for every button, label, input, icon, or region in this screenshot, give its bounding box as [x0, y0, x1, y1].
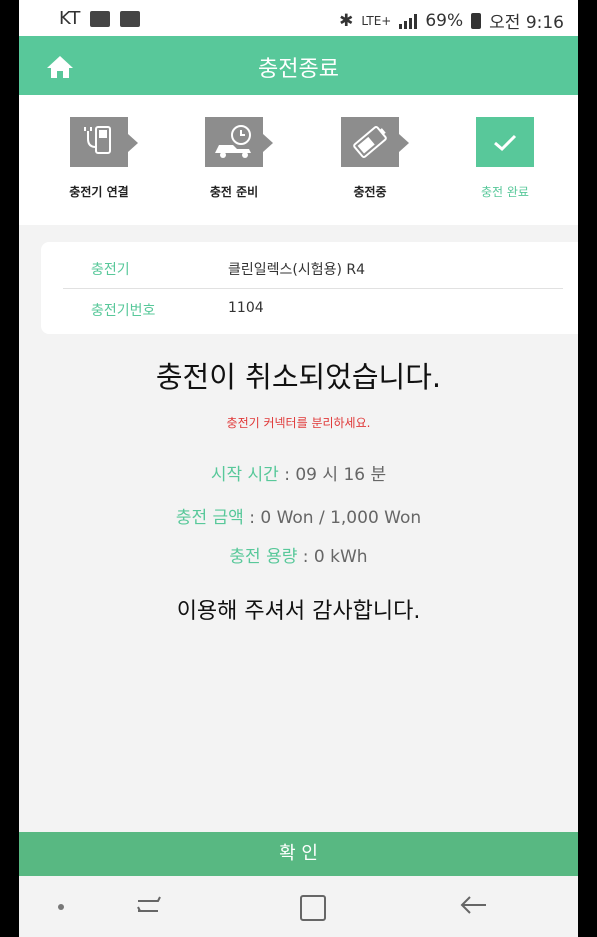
- thanks-message: 이용해 주셔서 감사합니다.: [176, 599, 421, 624]
- back-arrow-icon[interactable]: [456, 892, 490, 918]
- carrier-label: KT: [59, 8, 81, 29]
- network-type-label: LTE+: [361, 13, 392, 28]
- confirm-button[interactable]: 확 인: [19, 832, 578, 876]
- charge-amount-value: : 0 Won / 1,000 Won: [243, 508, 422, 528]
- charge-capacity-value: : 0 kWh: [297, 547, 368, 567]
- app-header: 충전종료: [19, 36, 578, 95]
- charger-number-value: 1104: [228, 300, 264, 316]
- charge-amount-label: 충전 금액: [175, 508, 244, 528]
- battery-icon: [471, 12, 482, 29]
- step-label: 충전중: [353, 185, 387, 199]
- phone-screen: KT ✱ LTE+ 69% 오전 9:16 충전종료 충전기 연결 충전 준비 …: [19, 0, 578, 937]
- charger-number-label: 충전기번호: [91, 303, 156, 319]
- step-label: 충전 준비: [209, 185, 259, 199]
- charger-info-card: 충전기 클린일렉스(시험용) R4 충전기번호 1104: [41, 242, 578, 334]
- system-nav-bar: [19, 876, 578, 937]
- start-time-label: 시작 시간: [210, 465, 279, 485]
- car-clock-icon: [215, 125, 251, 158]
- step-label: 충전 완료: [481, 185, 529, 199]
- step-complete: 충전 완료: [450, 117, 560, 200]
- activity-notification-icon: [120, 10, 141, 27]
- gallery-notification-icon: [90, 10, 111, 27]
- charger-plug-icon: [84, 126, 111, 154]
- step-prepare: 충전 준비: [179, 117, 289, 200]
- home-nav-icon[interactable]: [300, 895, 326, 921]
- battery-percent: 69%: [425, 10, 464, 31]
- step-connect: 충전기 연결: [44, 117, 154, 200]
- cancel-message: 충전이 취소되었습니다.: [155, 360, 442, 394]
- step-charging: 충전중: [315, 117, 425, 200]
- charger-value: 클린일렉스(시험용) R4: [228, 262, 366, 278]
- charge-capacity-label: 충전 용량: [229, 547, 298, 567]
- status-bar: KT ✱ LTE+ 69% 오전 9:16: [19, 0, 578, 36]
- recent-apps-icon[interactable]: [134, 893, 164, 917]
- progress-steps: 충전기 연결 충전 준비 충전중 충전 완료: [19, 95, 578, 225]
- start-time-line: 시작 시간 : 09 시 16 분: [19, 460, 578, 485]
- charge-capacity-line: 충전 용량 : 0 kWh: [19, 542, 578, 567]
- bluetooth-icon: ✱: [339, 10, 354, 31]
- disconnect-warning: 충전기 커넥터를 분리하세요.: [226, 416, 371, 430]
- start-time-value: : 09 시 16 분: [278, 465, 387, 485]
- divider: [63, 288, 563, 289]
- checkmark-icon: [494, 134, 517, 152]
- step-label: 충전기 연결: [69, 185, 129, 199]
- charger-label: 충전기: [91, 262, 130, 278]
- battery-charging-icon: [353, 126, 387, 158]
- page-title: 충전종료: [258, 57, 339, 82]
- clock: 오전 9:16: [489, 13, 564, 33]
- nav-dot-icon: [58, 904, 64, 910]
- signal-icon: [399, 13, 418, 29]
- charge-amount-line: 충전 금액 : 0 Won / 1,000 Won: [19, 503, 578, 528]
